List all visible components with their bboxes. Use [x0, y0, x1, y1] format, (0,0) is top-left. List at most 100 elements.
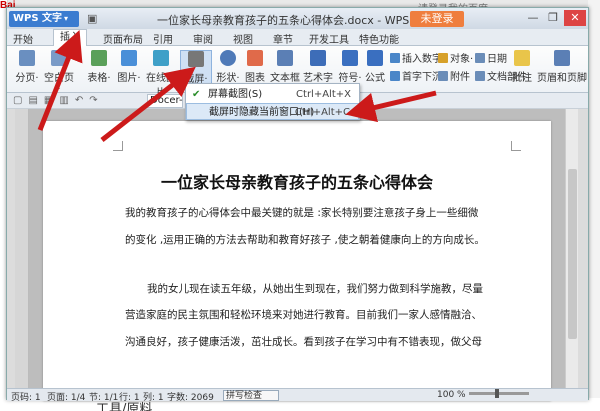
margin-corner-top-right — [511, 141, 521, 151]
document-heading: 一位家长母亲教育孩子的五条心得体会 — [160, 173, 433, 192]
tab-developer[interactable]: 开发工具 — [309, 31, 349, 46]
tab-features[interactable]: 特色功能 — [359, 31, 399, 46]
chart-icon — [247, 50, 263, 66]
table-icon — [91, 50, 107, 66]
document-area: 一位家长母亲教育孩子的五条心得体会 我的教育孩子的心得体会中最关键的就是 :家长… — [15, 109, 578, 401]
login-button[interactable]: 未登录 — [410, 11, 464, 27]
comment-label: 批注 — [512, 73, 532, 84]
chart-button[interactable]: 图表 — [243, 50, 267, 84]
hide-window-capture-item[interactable]: 截屏时隐藏当前窗口(H) Ctrl+Alt+C — [186, 103, 359, 120]
object-button[interactable]: 对象· — [438, 50, 473, 65]
tab-review[interactable]: 审阅 — [193, 31, 213, 46]
blank-page-icon — [51, 50, 67, 66]
chevron-down-icon: ▾ — [64, 14, 69, 23]
screenshot-icon — [188, 51, 204, 67]
header-footer-button[interactable]: 页眉和页脚 — [537, 50, 587, 84]
ribbon-tab-bar: 开始 插入 页面布局 引用 审阅 视图 章节 开发工具 特色功能 — [7, 29, 588, 46]
attachment-label: 附件 — [450, 72, 470, 83]
picture-button[interactable]: 图片· — [115, 50, 143, 84]
status-pages: 页面: 1/4 — [47, 393, 86, 403]
save-doc-icon[interactable]: ▦ — [44, 95, 53, 106]
redo-icon[interactable]: ↷ — [89, 95, 97, 106]
screen-capture-item[interactable]: ✔ 屏幕截图(S) Ctrl+Alt+X — [186, 86, 359, 103]
document-page[interactable]: 一位家长母亲教育孩子的五条心得体会 我的教育孩子的心得体会中最关键的就是 :家长… — [43, 121, 551, 401]
tab-home[interactable]: 开始 — [13, 31, 33, 46]
object-icon — [438, 53, 448, 63]
wps-window: WPS 文字 ▾ ▣ 一位家长母亲教育孩子的五条心得体会.docx - WPS 文… — [6, 7, 589, 403]
first-letter-label: 首字下沉 — [402, 72, 442, 83]
header-footer-icon — [554, 50, 570, 66]
new-doc-icon[interactable]: ▢ — [13, 95, 22, 106]
attachment-button[interactable]: 附件 — [438, 68, 470, 83]
symbol-button[interactable]: 符号· — [338, 50, 362, 84]
background-right-strip — [588, 0, 600, 411]
online-picture-button[interactable]: 在线图片 — [145, 50, 177, 99]
status-col: 列: 1 — [143, 393, 164, 403]
formula-label: 公式 — [365, 73, 385, 84]
comment-button[interactable]: 批注 — [509, 50, 535, 84]
save-icon[interactable]: ▣ — [87, 12, 97, 25]
status-row: 行: 1 — [119, 393, 140, 403]
vertical-scrollbar[interactable] — [565, 109, 578, 388]
blank-page-button[interactable]: 空白页· — [43, 50, 75, 95]
page-break-icon — [19, 50, 35, 66]
undo-icon[interactable]: ↶ — [75, 95, 83, 106]
screen-capture-shortcut: Ctrl+Alt+X — [296, 89, 351, 100]
comment-icon — [514, 50, 530, 66]
date-icon — [475, 53, 485, 63]
quick-access-icons: ▣ — [87, 12, 97, 25]
tab-page-layout[interactable]: 页面布局 — [103, 31, 143, 46]
first-letter-icon — [390, 71, 400, 81]
paragraph-1-line-1: 我的教育孩子的心得体会中最关键的就是 :家长特别要注意孩子身上一些细微 — [125, 207, 479, 219]
document-parts-icon — [475, 71, 485, 81]
screen-capture-label: 屏幕截图(S) — [208, 89, 263, 100]
hide-window-capture-shortcut: Ctrl+Alt+C — [294, 107, 350, 118]
wps-app-label: WPS 文字 — [13, 13, 63, 24]
tab-view[interactable]: 视图 — [233, 31, 253, 46]
paragraph-2-line-2: 营造家庭的民主氛围和轻松环境来对她进行教育。目前我们一家人感情融洽、 — [125, 309, 482, 321]
insert-number-button[interactable]: 插入数字 — [390, 50, 442, 65]
picture-label: 图片· — [117, 73, 141, 84]
window-controls: — ❐ ✕ — [524, 10, 586, 26]
date-button[interactable]: 日期 — [475, 50, 507, 65]
shapes-icon — [220, 50, 236, 66]
close-button[interactable]: ✕ — [564, 10, 586, 26]
status-section: 节: 1/1 — [89, 393, 119, 403]
docer-tab[interactable]: Docer- — [147, 94, 183, 108]
insert-number-label: 插入数字 — [402, 54, 442, 65]
margin-corner-top-left — [113, 141, 123, 151]
open-icon[interactable]: ▤ — [28, 95, 37, 106]
screenshot-dropdown: ✔ 屏幕截图(S) Ctrl+Alt+X 截屏时隐藏当前窗口(H) Ctrl+A… — [185, 83, 360, 120]
table-label: 表格· — [87, 73, 111, 84]
formula-button[interactable]: 公式 — [364, 50, 386, 84]
paragraph-2-line-1: 我的女儿现在读五年级，从她出生到现在，我们努力做到科学施教，尽量 — [147, 283, 483, 295]
scrollbar-thumb[interactable] — [568, 169, 577, 339]
first-letter-button[interactable]: 首字下沉 — [390, 68, 442, 83]
page-break-label: 分页· — [15, 73, 39, 84]
status-page: 页码: 1 — [11, 393, 41, 403]
page-break-button[interactable]: 分页· — [13, 50, 41, 84]
online-picture-icon — [153, 50, 169, 66]
screenshot-root: Bai 请登录我的百度 工具/原料 WPS 文字▾ ▣ 一位家长母亲教育孩子的五… — [0, 0, 600, 411]
spell-check-toggle[interactable]: 拼写检查 — [223, 390, 279, 401]
zoom-control: 100 % — [437, 389, 532, 400]
tab-chapter[interactable]: 章节 — [273, 31, 293, 46]
check-icon: ✔ — [192, 89, 201, 100]
tab-references[interactable]: 引用 — [153, 31, 173, 46]
minimize-button[interactable]: — — [524, 10, 542, 26]
shapes-button[interactable]: 形状· — [214, 50, 242, 84]
symbol-icon — [342, 50, 358, 66]
zoom-slider[interactable] — [468, 389, 529, 398]
zoom-level: 100 % — [437, 390, 466, 400]
tab-insert[interactable]: 插入 — [53, 29, 87, 46]
formula-icon — [367, 50, 383, 66]
blank-page-label: 空白页· — [44, 73, 74, 95]
table-button[interactable]: 表格· — [85, 50, 113, 84]
maximize-button[interactable]: ❐ — [544, 10, 562, 26]
print-icon[interactable]: ▥ — [59, 95, 68, 106]
header-footer-label: 页眉和页脚 — [537, 73, 587, 84]
wps-app-menu-button[interactable]: WPS 文字 ▾ — [9, 11, 79, 27]
title-bar: WPS 文字 ▾ ▣ 一位家长母亲教育孩子的五条心得体会.docx - WPS 文… — [7, 8, 588, 29]
status-word-count: 字数: 2069 — [167, 393, 214, 403]
zoom-slider-knob[interactable] — [494, 389, 499, 398]
